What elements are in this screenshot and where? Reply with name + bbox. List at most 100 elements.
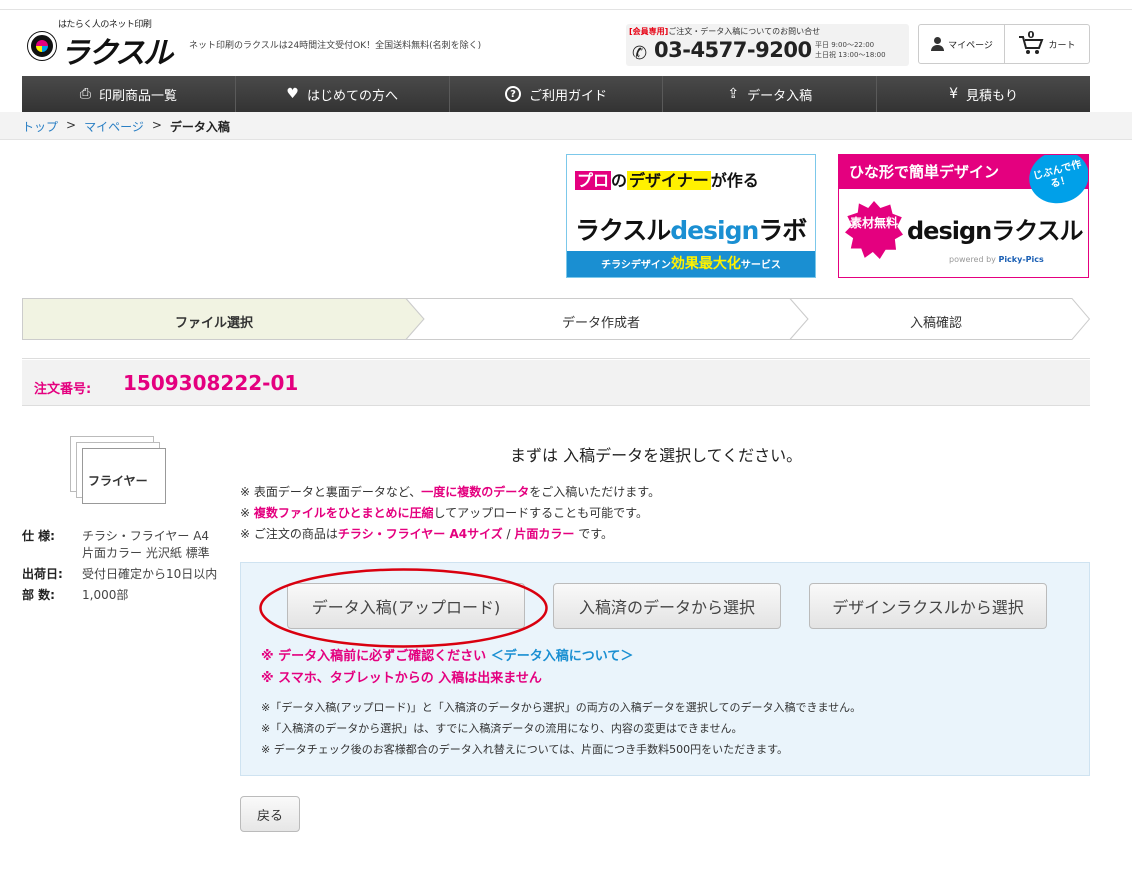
banner-sub-c: サービス (740, 260, 781, 271)
step-file-select: ファイル選択 (174, 316, 253, 331)
banner-subtitle: チラシデザイン効果最大化サービス (567, 253, 815, 273)
note-highlight: 片面カラー (514, 527, 575, 541)
page-heading: まずは 入稿データを選択してください。 (510, 446, 803, 465)
select-existing-button[interactable]: 入稿済のデータから選択 (553, 583, 781, 629)
question-icon: ? (504, 86, 521, 102)
nav-label: 印刷商品一覧 (98, 88, 177, 104)
cart-icon: 0 (1018, 30, 1044, 55)
contact-note-text: ご注文・データ入稿についてのお問い合せ (668, 27, 821, 36)
nav-label: はじめての方へ (306, 88, 398, 104)
cart-count: 0 (1027, 30, 1035, 41)
note-text: をご入稿いただけます。 (529, 485, 661, 499)
order-label: 注文番号: (34, 382, 92, 397)
user-icon (930, 37, 945, 51)
note-highlight: 複数ファイルをひとまとめに圧縮 (253, 506, 434, 520)
phone-number[interactable]: 03-4577-9200 (654, 38, 812, 62)
contact-hours: 平日 9:00〜22:00 土日祝 13:00〜18:00 (815, 40, 886, 60)
cart-label: カート (1048, 40, 1076, 51)
breadcrumb: トップ > マイページ > データ入稿 (0, 112, 1132, 140)
ship-key: 出荷日: (22, 567, 63, 581)
flyer-thumbnail: フライヤー (70, 436, 174, 514)
flyer-label: フライヤー (88, 474, 148, 488)
account-links: マイページ 0 カート (918, 24, 1090, 64)
contact-note: [会員専用]ご注文・データ入稿についてのお問い合せ (629, 26, 820, 37)
powered-brand: Picky-Pics (998, 255, 1044, 264)
panel-note: ※「データ入稿(アップロード)」と「入稿済のデータから選択」の両方の入稿データを… (261, 701, 862, 714)
logo-text: ラクスル (60, 36, 173, 71)
step-creator: データ作成者 (561, 316, 640, 331)
warning-mobile: ※ スマホ、タブレットからの 入稿は出来ません (261, 671, 542, 686)
member-badge: [会員専用] (629, 27, 669, 36)
upload-notes: ※ 表面データと裏面データなど、一度に複数のデータをご入稿いただけます。 ※ 複… (240, 482, 660, 545)
upload-icon: ⇪ (727, 86, 740, 102)
banner-title-b: design (670, 216, 759, 245)
site-header: はたらく人のネット印刷 ラクスル ネット印刷のラクスルは24時間注文受付OK！全… (22, 14, 1090, 71)
printer-icon: ⎙ (79, 86, 91, 102)
banner2-badge: 素材無料 (845, 201, 903, 259)
nav-guide[interactable]: ? ご利用ガイド (450, 76, 664, 112)
note-text: してアップロードすることも可能です。 (433, 506, 648, 520)
note-text: / (502, 527, 515, 541)
hours-weekday: 平日 9:00〜22:00 (815, 41, 875, 49)
upload-info-link[interactable]: ＜データ入稿について＞ (491, 649, 634, 664)
nav-label: 見積もり (966, 88, 1019, 104)
design-raksul-banner[interactable]: ひな形で簡単デザイン じぶんで作る！ 素材無料 designラクスル power… (838, 154, 1089, 278)
main-nav: ⎙ 印刷商品一覧 ♥ はじめての方へ ? ご利用ガイド ⇪ データ入稿 ¥ 見積もり (22, 76, 1090, 112)
nav-upload[interactable]: ⇪ データ入稿 (663, 76, 878, 112)
nav-label: データ入稿 (747, 88, 813, 104)
hours-weekend: 土日祝 13:00〜18:00 (815, 51, 886, 59)
banner-sub-b: 効果最大化 (670, 256, 741, 272)
step-confirm: 入稿確認 (909, 316, 962, 331)
breadcrumb-top[interactable]: トップ (22, 118, 58, 135)
select-design-raksul-button[interactable]: デザインラクスルから選択 (809, 583, 1047, 629)
banner-designer: デザイナー (627, 171, 711, 190)
note-highlight: チラシ・フライヤー A4サイズ (337, 527, 503, 541)
nav-label: ご利用ガイド (528, 88, 607, 104)
powered-by: powered by (949, 255, 996, 264)
order-number-bar: 注文番号: 1509308222-01 (22, 360, 1090, 406)
breadcrumb-mypage[interactable]: マイページ (84, 118, 144, 135)
spec-value: チラシ・フライヤー A4 片面カラー 光沢紙 標準 (82, 529, 210, 560)
panel-note: ※「入稿済のデータから選択」は、すでに入稿済データの流用になり、内容の変更はでき… (261, 722, 743, 735)
site-tagline: ネット印刷のラクスルは24時間注文受付OK！全国送料無料(名刺を除く) (189, 41, 482, 51)
qty-value: 1,000部 (82, 588, 129, 602)
nav-products[interactable]: ⎙ 印刷商品一覧 (22, 76, 236, 112)
breadcrumb-sep: > (66, 118, 77, 132)
note-text: ※ ご注文の商品は (240, 527, 338, 541)
warning-text: ※ データ入稿前に必ずご確認ください (261, 649, 487, 664)
note-highlight: 一度に複数のデータ (421, 485, 530, 499)
ship-value: 受付日確定から10日以内 (82, 567, 218, 581)
note-line: ※ ご注文の商品はチラシ・フライヤー A4サイズ / 片面カラー です。 (240, 524, 660, 545)
banner-tsukuru: が作る (710, 171, 759, 190)
banner-title-a: ラクスル (575, 216, 671, 245)
banner2-powered: powered by Picky-Pics (949, 255, 1044, 264)
back-button[interactable]: 戻る (240, 796, 300, 832)
spec-key: 仕 様: (22, 529, 55, 543)
nav-beginners[interactable]: ♥ はじめての方へ (236, 76, 450, 112)
raksul-logo[interactable]: はたらく人のネット印刷 ラクスル (22, 14, 173, 71)
cart-button[interactable]: 0 カート (1005, 25, 1089, 63)
contact-box: [会員専用]ご注文・データ入稿についてのお問い合せ ✆ 03-4577-9200… (626, 24, 909, 66)
top-border (0, 0, 1132, 10)
divider (22, 358, 1090, 359)
banner-title: ラクスルdesignラボ (575, 211, 807, 247)
panel-note: ※ データチェック後のお客様都合のデータ入れ替えについては、片面につき手数料50… (261, 743, 789, 756)
panel-notes: ※「データ入稿(アップロード)」と「入稿済のデータから選択」の両方の入稿データを… (261, 697, 861, 760)
product-spec: 仕 様: チラシ・フライヤー A4 片面カラー 光沢紙 標準 出荷日: 受付日確定か… (22, 528, 232, 608)
design-lab-banner[interactable]: プロのデザイナー が作る ラクスルdesignラボ チラシデザイン効果最大化サービ… (566, 154, 816, 278)
mypage-button[interactable]: マイページ (919, 25, 1005, 63)
progress-steps: ファイル選択 データ作成者 入稿確認 (22, 298, 1090, 340)
nav-estimate[interactable]: ¥ 見積もり (877, 76, 1090, 112)
note-line: ※ 複数ファイルをひとまとめに圧縮してアップロードすることも可能です。 (240, 503, 660, 524)
banner-sub-a: チラシデザイン (601, 260, 671, 271)
note-text: です。 (574, 527, 614, 541)
banner-no: の (611, 171, 628, 190)
note-text: ※ 表面データと裏面データなど、 (240, 485, 422, 499)
heart-icon: ♥ (286, 86, 299, 102)
phone-icon: ✆ (632, 43, 648, 64)
mypage-label: マイページ (948, 40, 993, 51)
qty-key: 部 数: (22, 588, 55, 602)
note-text: ※ (240, 506, 254, 520)
highlight-circle (259, 568, 548, 648)
breadcrumb-sep: > (151, 118, 162, 132)
